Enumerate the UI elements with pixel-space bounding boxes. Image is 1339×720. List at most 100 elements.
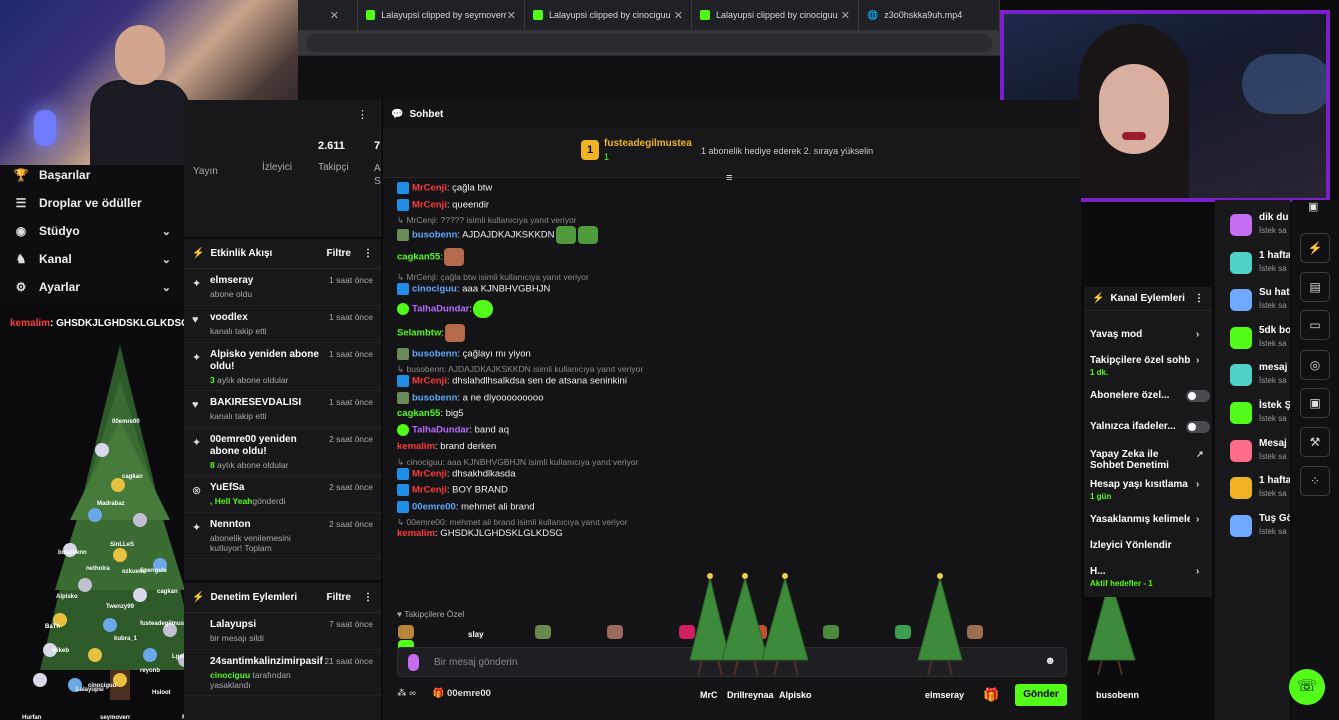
chat-icon[interactable]: ▭ bbox=[1300, 310, 1330, 340]
chat-message[interactable]: busobenn: AJDAJDKAJKSKKDN bbox=[397, 226, 1077, 245]
more-options-icon[interactable]: ⋮ bbox=[1194, 293, 1204, 304]
channel-action-item[interactable]: Yavaş mod › bbox=[1090, 329, 1210, 340]
activity-item[interactable]: ✦ elmseray abone oldu 1 saat önce bbox=[184, 269, 381, 306]
activity-item[interactable]: ♥ voodlex kanalı takip etti 1 saat önce bbox=[184, 306, 381, 343]
help-button[interactable]: ☏ bbox=[1289, 669, 1325, 705]
dots-icon[interactable]: ⁘ bbox=[1300, 466, 1330, 496]
reward-request-item[interactable]: mesaj İstek sa bbox=[1230, 360, 1290, 396]
toggle-switch[interactable] bbox=[1186, 390, 1210, 402]
reward-request-item[interactable]: dik du İstek sa bbox=[1230, 210, 1290, 246]
reward-request-item[interactable]: İstek Ş İstek sa bbox=[1230, 398, 1290, 434]
chat-username[interactable]: MrCenji bbox=[412, 468, 447, 479]
chat-username[interactable]: TalhaDundar bbox=[412, 303, 469, 314]
menu-item-achievements[interactable]: 🏆 Başarılar bbox=[0, 161, 183, 189]
channel-action-item[interactable]: Yalnızca ifadeler... bbox=[1090, 421, 1210, 433]
reward-request-item[interactable]: Mesaj İstek sa bbox=[1230, 436, 1290, 472]
chat-message[interactable]: cinociguu: aaa KJNBHVGBHJN bbox=[397, 283, 1077, 296]
gift-leaderboard-banner[interactable]: 1 fusteadegilmustea 1 1 abonelik hediye … bbox=[383, 128, 1081, 184]
chat-message[interactable]: cagkan55: big5 bbox=[397, 408, 1077, 420]
chat-username[interactable]: cagkan55 bbox=[397, 408, 440, 419]
screen-icon[interactable]: ▣ bbox=[1308, 200, 1318, 213]
browser-tab[interactable]: ✕ bbox=[298, 0, 358, 30]
chat-username[interactable]: busobenn bbox=[412, 348, 457, 359]
moderation-item[interactable]: Lalayupsi bir mesajı sildi 7 saat önce bbox=[184, 613, 381, 650]
emote-icon[interactable] bbox=[535, 624, 551, 639]
chat-message[interactable]: TalhaDundar: band aq bbox=[397, 424, 1077, 437]
chat-username[interactable]: busobenn bbox=[412, 392, 457, 403]
chat-message[interactable]: TalhaDundar: bbox=[397, 299, 1077, 318]
chat-message[interactable]: kemalim: brand derken bbox=[397, 441, 1077, 453]
chat-message[interactable]: MrCenji: queendir bbox=[397, 198, 1077, 212]
reward-request-item[interactable]: 1 hafta İstek sa bbox=[1230, 473, 1290, 509]
reward-request-item[interactable]: 5dk bo İstek sa bbox=[1230, 323, 1290, 359]
chat-username[interactable]: TalhaDundar bbox=[412, 425, 469, 436]
channel-action-item[interactable]: Yasaklanmış kelimele › bbox=[1090, 514, 1210, 525]
chat-message[interactable]: MrCenji: BOY BRAND bbox=[397, 484, 1077, 497]
more-options-icon[interactable]: ⋮ bbox=[357, 108, 368, 121]
emote-icon[interactable] bbox=[398, 624, 414, 639]
browser-tab[interactable]: Lalayupsi clipped by cinociguu ✕ bbox=[525, 0, 692, 30]
address-bar[interactable] bbox=[298, 30, 1000, 56]
menu-item-channel[interactable]: ♞ Kanal ⌄ bbox=[0, 245, 183, 273]
chat-message[interactable]: kemalim: GHSDKJLGHDSKLGLKDSG bbox=[397, 528, 1077, 540]
toggle-switch[interactable] bbox=[1186, 421, 1210, 433]
chat-username[interactable]: cinociguu bbox=[412, 284, 457, 295]
chat-username[interactable]: MrCenji bbox=[412, 485, 447, 496]
menu-item-settings[interactable]: ⚙ Ayarlar ⌄ bbox=[0, 273, 183, 301]
broadcast-icon[interactable]: ◎ bbox=[1300, 350, 1330, 380]
activity-item[interactable]: ♥ BAKIRESEVDALISI kanalı takip etti 1 saat … bbox=[184, 391, 381, 428]
close-tab-icon[interactable]: ✕ bbox=[330, 9, 339, 22]
microphone-icon[interactable] bbox=[408, 654, 419, 671]
chat-username[interactable]: MrCenji bbox=[412, 376, 447, 387]
channel-action-item[interactable]: İzleyici Yönlendir bbox=[1090, 540, 1210, 551]
chat-message[interactable]: MrCenji: dhslahdlhsalkdsa sen de atsana … bbox=[397, 375, 1077, 388]
layout-icon[interactable]: ▣ bbox=[1300, 388, 1330, 418]
close-tab-icon[interactable]: ✕ bbox=[841, 9, 850, 22]
chat-message[interactable]: Selambtw: bbox=[397, 323, 1077, 342]
activity-item[interactable]: ✦ Alpisko yeniden abone oldu! 3 aylık abon… bbox=[184, 343, 381, 391]
filter-button[interactable]: Filtre bbox=[327, 248, 351, 259]
more-options-icon[interactable]: ⋮ bbox=[363, 592, 373, 603]
activity-item[interactable]: ⊗ YuEfSa , Hell Yeahgönderdi 2 saat önce bbox=[184, 476, 381, 513]
activity-item[interactable]: ✦ Nennton abonelik venilemesini kutluyor! … bbox=[184, 513, 381, 559]
chat-username[interactable]: 00emre00 bbox=[412, 501, 456, 512]
channel-action-item[interactable]: Abonelere özel... bbox=[1090, 390, 1210, 402]
chat-message[interactable]: cagkan55: bbox=[397, 248, 1077, 267]
browser-tab[interactable]: Lalayupsi clipped by cinociguu ✕ bbox=[692, 0, 859, 30]
channel-action-item[interactable]: Hesap yaşı kısıtlama 1 gün › bbox=[1090, 479, 1210, 501]
more-options-icon[interactable]: ⋮ bbox=[363, 248, 373, 259]
menu-item-drops[interactable]: ☰ Droplar ve ödüller bbox=[0, 189, 183, 217]
channel-action-item[interactable]: H... Aktif hedefler - 1 › bbox=[1090, 566, 1210, 588]
gift-icon[interactable]: 🎁 bbox=[433, 688, 445, 699]
notes-icon[interactable]: ▤ bbox=[1300, 272, 1330, 302]
chat-username[interactable]: busobenn bbox=[412, 230, 457, 241]
wrench-icon[interactable]: ⚒ bbox=[1300, 427, 1330, 457]
browser-tab[interactable]: 🌐 z3o0hskka9uh.mp4 bbox=[859, 0, 1000, 30]
reward-request-item[interactable]: Su hat İstek sa bbox=[1230, 285, 1290, 321]
chat-message[interactable]: busobenn: çağlayı mı yiyon bbox=[397, 347, 1077, 361]
reward-request-item[interactable]: Tuş Gö İstek sa bbox=[1230, 511, 1290, 547]
lightning-icon[interactable]: ⚡ bbox=[1300, 233, 1330, 263]
send-button[interactable]: Gönder bbox=[1015, 684, 1067, 706]
leaderboard-user[interactable]: fusteadegilmustea bbox=[604, 138, 692, 149]
chat-username[interactable]: kemalim bbox=[397, 528, 435, 539]
channel-action-item[interactable]: Yapay Zeka ile Sohbet Denetimi ↗ bbox=[1090, 449, 1210, 471]
channel-action-item[interactable]: Takipçilere özel sohb 1 dk. › bbox=[1090, 355, 1210, 377]
emote-icon[interactable] bbox=[607, 624, 623, 639]
chat-message[interactable]: MrCenji: çağla btw bbox=[397, 182, 1077, 195]
chat-username[interactable]: MrCenji bbox=[412, 199, 447, 210]
chat-username[interactable]: kemalim bbox=[397, 441, 435, 452]
close-tab-icon[interactable]: ✕ bbox=[674, 9, 683, 22]
close-tab-icon[interactable]: ✕ bbox=[507, 9, 516, 22]
activity-item[interactable]: ✦ 00emre00 yeniden abone oldu! 8 aylık abo… bbox=[184, 428, 381, 476]
browser-tab[interactable]: Lalayupsi clipped by seymoverr ✕ bbox=[358, 0, 525, 30]
chat-message[interactable]: 00emre00: mehmet ali brand bbox=[397, 500, 1077, 514]
settings-dots-icon[interactable]: ⁂ ∞ bbox=[397, 688, 416, 699]
chat-username[interactable]: MrCenji bbox=[412, 183, 447, 194]
gift-box-icon[interactable]: 🎁 bbox=[983, 687, 999, 703]
filter-button[interactable]: Filtre bbox=[327, 592, 351, 603]
chat-message[interactable]: busobenn: a ne diyooooooooo bbox=[397, 391, 1077, 405]
chat-username[interactable]: cagkan55 bbox=[397, 252, 440, 263]
moderation-item[interactable]: 24santimkalinzimirpasif cinociguu tarafın… bbox=[184, 650, 381, 696]
chat-username[interactable]: Selambtw bbox=[397, 327, 441, 338]
